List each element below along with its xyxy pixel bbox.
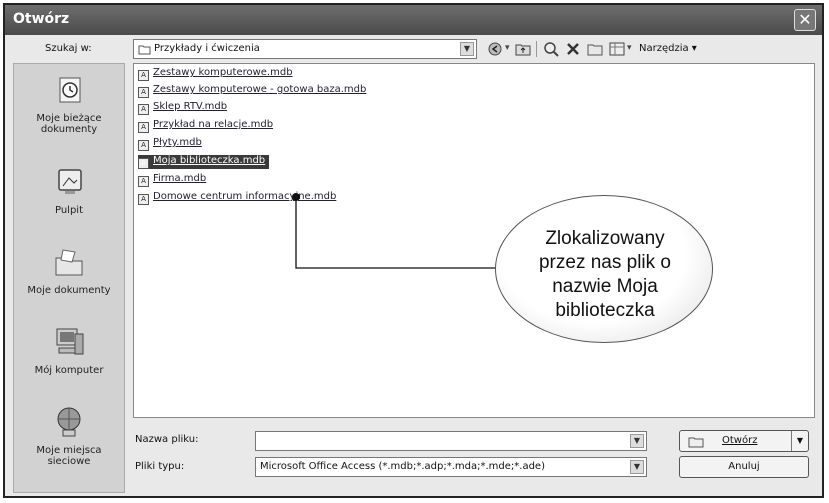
callout-text: Zlokalizowany przez nas plik o nazwie Mo… <box>538 228 671 321</box>
